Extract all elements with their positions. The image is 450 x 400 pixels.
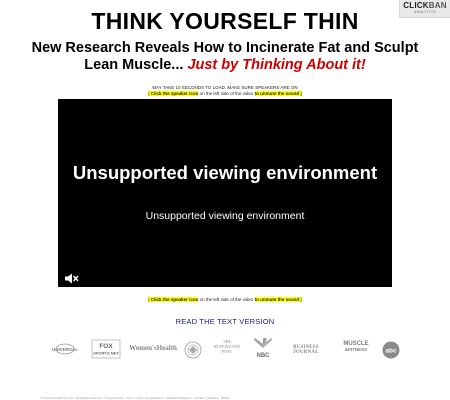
unmute-instruction-bottom: [ Click the speaker icon on the left sid…: [148, 297, 302, 302]
read-text-version-link[interactable]: READ THE TEXT VERSION: [0, 317, 450, 326]
svg-text:NBC: NBC: [257, 353, 271, 359]
womens-health-logo: Women'sHealth: [129, 344, 177, 352]
unmute-instruction-top: [ Click the speaker icon on the left sid…: [148, 91, 302, 96]
video-error-title: Unsupported viewing environment: [72, 162, 378, 183]
page-title: THINK YOURSELF THIN: [91, 8, 359, 34]
headline-emphasis: Just by Thinking About it!: [187, 57, 366, 73]
fox-sports-net-logo: FOX SPORTS NET: [91, 339, 121, 361]
footer-text: © ThinkYourselfThin.com - All Rights Res…: [40, 396, 230, 400]
svg-text:SPORTS NET: SPORTS NET: [93, 351, 119, 356]
headline: New Research Reveals How to Incinerate F…: [20, 40, 430, 74]
abc-logo: abc: [381, 340, 401, 362]
svg-text:abc: abc: [385, 348, 397, 355]
video-error-subtitle: Unsupported viewing environment: [145, 210, 305, 222]
svg-text:FOX: FOX: [99, 343, 113, 350]
media-logos-strip: UNIVERSAL FOX SPORTS NET Women'sHealth T…: [45, 338, 405, 360]
video-player[interactable]: Unsupported viewing environment Unsuppor…: [58, 99, 392, 287]
loading-note: MAY TAKE 10 SECONDS TO LOAD. MAKE SURE S…: [0, 85, 450, 97]
muscle-fitness-logo: MUSCLE &FITNESS: [343, 341, 369, 352]
huffington-post-logo: THE HUFFINGTON POST: [213, 339, 241, 354]
emblem-logo: [183, 340, 203, 362]
svg-text:UNIVERSAL: UNIVERSAL: [52, 347, 78, 352]
nbc-logo: NBC: [251, 338, 275, 362]
business-journal-logo: BUSINESS JOURNAL: [293, 345, 319, 355]
headline-line2: Lean Muscle... Just by Thinking About it…: [84, 57, 366, 73]
headline-line1: New Research Reveals How to Incinerate F…: [31, 40, 419, 56]
speaker-muted-icon[interactable]: [65, 271, 79, 284]
universal-logo: UNIVERSAL: [45, 343, 85, 359]
